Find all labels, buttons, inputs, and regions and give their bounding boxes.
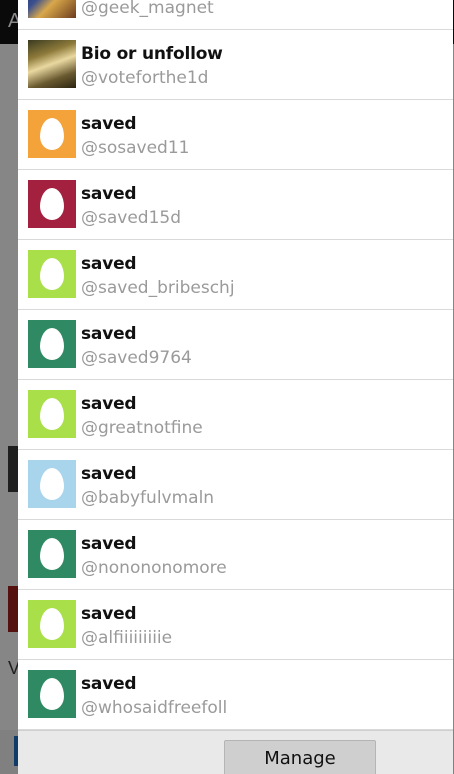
account-name: saved [81, 114, 137, 134]
account-name: saved [81, 324, 137, 344]
avatar [28, 250, 76, 298]
avatar [28, 0, 76, 18]
account-list[interactable]: @geek_magnet Bio or unfollow @voteforthe1d… [18, 0, 453, 730]
account-row[interactable]: saved @sosaved11 [18, 100, 453, 170]
default-egg-icon [40, 608, 64, 640]
account-row[interactable]: saved @greatnotfine [18, 380, 453, 450]
account-handle: @saved9764 [81, 348, 192, 368]
account-handle: @greatnotfine [81, 418, 203, 438]
account-handle: @whosaidfreefoll [81, 698, 228, 718]
account-handle: @nonononomore [81, 558, 227, 578]
account-handle: @voteforthe1d [81, 68, 209, 88]
avatar [28, 180, 76, 228]
account-handle: @babyfulvmaln [81, 488, 215, 508]
account-handle: @sosaved11 [81, 138, 190, 158]
default-egg-icon [40, 188, 64, 220]
account-name: Bio or unfollow [81, 44, 223, 64]
account-row[interactable]: saved @saved_bribeschj [18, 240, 453, 310]
avatar [28, 460, 76, 508]
account-row[interactable]: saved @saved9764 [18, 310, 453, 380]
account-name: saved [81, 254, 137, 274]
account-row[interactable]: @geek_magnet [18, 0, 453, 30]
avatar [28, 40, 76, 88]
account-handle: @geek_magnet [81, 0, 214, 18]
account-row[interactable]: saved @whosaidfreefoll [18, 660, 453, 730]
avatar [28, 600, 76, 648]
dialog-footer: Manage [18, 730, 453, 774]
account-name: saved [81, 674, 137, 694]
manage-button[interactable]: Manage [224, 740, 376, 774]
default-egg-icon [40, 538, 64, 570]
account-name: saved [81, 184, 137, 204]
default-egg-icon [40, 468, 64, 500]
avatar [28, 670, 76, 718]
avatar [28, 320, 76, 368]
account-handle: @alfiiiiiiiiie [81, 628, 173, 648]
default-egg-icon [40, 258, 64, 290]
account-handle: @saved15d [81, 208, 182, 228]
default-egg-icon [40, 398, 64, 430]
avatar [28, 110, 76, 158]
account-row[interactable]: Bio or unfollow @voteforthe1d [18, 30, 453, 100]
account-row[interactable]: saved @babyfulvmaln [18, 450, 453, 520]
account-name: saved [81, 534, 137, 554]
default-egg-icon [40, 118, 64, 150]
default-egg-icon [40, 328, 64, 360]
avatar [28, 390, 76, 438]
account-name: saved [81, 604, 137, 624]
account-name: saved [81, 464, 137, 484]
default-egg-icon [40, 678, 64, 710]
accounts-dialog: @geek_magnet Bio or unfollow @voteforthe1d… [18, 0, 453, 774]
account-name: saved [81, 394, 137, 414]
account-row[interactable]: saved @alfiiiiiiiiie [18, 590, 453, 660]
avatar [28, 530, 76, 578]
account-row[interactable]: saved @nonononomore [18, 520, 453, 590]
account-handle: @saved_bribeschj [81, 278, 235, 298]
account-row[interactable]: saved @saved15d [18, 170, 453, 240]
